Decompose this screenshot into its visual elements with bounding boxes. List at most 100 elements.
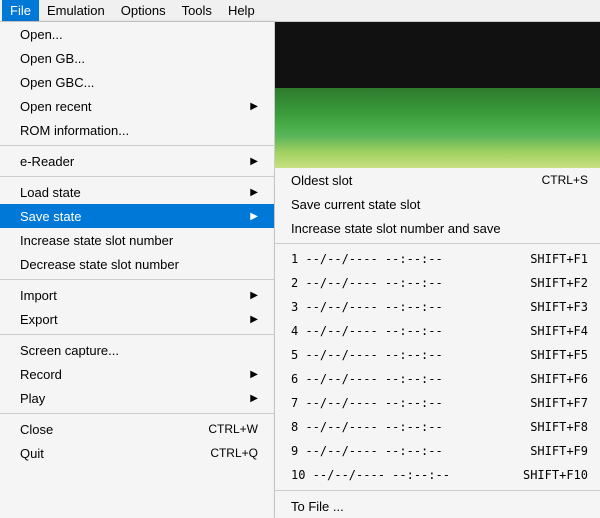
menubar-item-help[interactable]: Help [220,0,263,21]
menubar-item-emulation[interactable]: Emulation [39,0,113,21]
file-menu-item[interactable]: Screen capture... [0,338,274,362]
menu-separator [0,145,274,146]
menu-item-label: Screen capture... [20,343,119,358]
submenu-item[interactable]: 3 --/--/---- --:--:--SHIFT+F3 [275,295,600,319]
submenu-item-shortcut: SHIFT+F7 [530,396,588,410]
submenu-item[interactable]: 1 --/--/---- --:--:-- SHIFT+F1 [275,247,600,271]
menu-item-label: Record [20,367,62,382]
submenu-item-label: 2 --/--/---- --:--:-- [291,276,443,290]
menubar-item-tools[interactable]: Tools [174,0,220,21]
submenu-item-shortcut: SHIFT+F10 [523,468,588,482]
file-menu-item[interactable]: Import ▶ [0,283,274,307]
menu-item-label: Open... [20,27,63,42]
submenu-item-shortcut: SHIFT+F8 [530,420,588,434]
submenu-item-label: Increase state slot number and save [291,221,501,236]
submenu-item[interactable]: 7 --/--/---- --:--:-- SHIFT+F7 [275,391,600,415]
menu-item-label: e-Reader [20,154,74,169]
menu-item-label: Quit [20,446,44,461]
submenu-item[interactable]: Increase state slot number and save [275,216,600,240]
file-menu-item[interactable]: Load state ▶ [0,180,274,204]
submenu-item[interactable]: 8 --/--/---- --:--:-- SHIFT+F8 [275,415,600,439]
submenu-item-label: 6 --/--/---- --:--:-- [291,372,443,386]
file-menu-item[interactable]: Open... [0,22,274,46]
submenu-item-label: Save current state slot [291,197,420,212]
submenu-item-shortcut: SHIFT+F1 [530,252,588,266]
file-menu: Open... Open GB... Open GBC... Open recent ▶… [0,22,275,518]
submenu-separator [275,243,600,244]
submenu-arrow-icon: ▶ [250,314,258,325]
submenu-item-shortcut: SHIFT+F9 [530,444,588,458]
submenu-item-label: 5 --/--/---- --:--:-- [291,348,443,362]
game-view-green-area [275,88,600,168]
menu-separator [0,176,274,177]
file-menu-item[interactable]: Save state ▶ [0,204,274,228]
submenu-item-label: 3 --/--/---- --:--:-- [291,300,443,314]
submenu-arrow-icon: ▶ [250,101,258,112]
submenu-arrow-icon: ▶ [250,211,258,222]
menu-item-label: Open GB... [20,51,85,66]
submenu-item[interactable]: 5 --/--/---- --:--:-- SHIFT+F5 [275,343,600,367]
menu-separator [0,279,274,280]
menu-item-label: Load state [20,185,81,200]
file-menu-item[interactable]: Open GBC... [0,70,274,94]
menu-item-label: Play [20,391,45,406]
menu-item-label: ROM information... [20,123,129,138]
file-menu-item[interactable]: ROM information... [0,118,274,142]
submenu-arrow-icon: ▶ [250,393,258,404]
submenu-item-shortcut: SHIFT+F2 [530,276,588,290]
submenu-item-shortcut: CTRL+S [542,173,588,187]
submenu-item[interactable]: Oldest slot CTRL+S [275,168,600,192]
submenu-item[interactable]: 6 --/--/---- --:--:-- SHIFT+F6 [275,367,600,391]
file-menu-item[interactable]: Play ▶ [0,386,274,410]
menu-item-label: Save state [20,209,81,224]
file-menu-item[interactable]: Record ▶ [0,362,274,386]
menu-item-shortcut: CTRL+W [208,422,258,436]
menubar-item-options[interactable]: Options [113,0,174,21]
file-menu-item[interactable]: Export ▶ [0,307,274,331]
submenu-separator [275,490,600,491]
submenu-item-label: 9 --/--/---- --:--:-- [291,444,443,458]
submenu-item-shortcut: SHIFT+F4 [530,324,588,338]
submenu-item[interactable]: 2 --/--/---- --:--:-- SHIFT+F2 [275,271,600,295]
menu-item-label: Export [20,312,58,327]
file-menu-item[interactable]: Increase state slot number [0,228,274,252]
menu-item-label: Open recent [20,99,92,114]
submenu-arrow-icon: ▶ [250,369,258,380]
main-area: Open... Open GB... Open GBC... Open recent ▶… [0,22,600,518]
menu-bar: FileEmulationOptionsToolsHelp [0,0,600,22]
file-menu-item[interactable]: Open recent ▶ [0,94,274,118]
file-menu-item[interactable]: Open GB... [0,46,274,70]
submenu-item-shortcut: SHIFT+F5 [530,348,588,362]
menu-separator [0,413,274,414]
submenu-item[interactable]: To File ... [275,494,600,518]
submenu-item-label: 7 --/--/---- --:--:-- [291,396,443,410]
submenu-arrow-icon: ▶ [250,156,258,167]
submenu-item-label: 1 --/--/---- --:--:-- [291,252,443,266]
menu-item-label: Decrease state slot number [20,257,179,272]
menu-item-label: Import [20,288,57,303]
right-panel: Oldest slot CTRL+S Save current state slot… [275,22,600,518]
file-menu-item[interactable]: Decrease state slot number [0,252,274,276]
menu-item-shortcut: CTRL+Q [210,446,258,460]
submenu-item[interactable]: 4 --/--/---- --:--:-- SHIFT+F4 [275,319,600,343]
submenu-item[interactable]: Save current state slot [275,192,600,216]
submenu-item-label: 10 --/--/---- --:--:-- [291,468,450,482]
submenu-item-label: Oldest slot [291,173,352,188]
file-menu-item[interactable]: e-Reader ▶ [0,149,274,173]
file-menu-item[interactable]: Quit CTRL+Q [0,441,274,465]
menubar-item-file[interactable]: File [2,0,39,21]
file-menu-item[interactable]: Close CTRL+W [0,417,274,441]
game-view [275,22,600,168]
submenu-item-label: 8 --/--/---- --:--:-- [291,420,443,434]
submenu-item-shortcut: SHIFT+F6 [530,372,588,386]
menu-item-label: Increase state slot number [20,233,173,248]
submenu-item-label: 4 --/--/---- --:--:-- [291,324,443,338]
submenu-item[interactable]: 9 --/--/---- --:--:-- SHIFT+F9 [275,439,600,463]
submenu-arrow-icon: ▶ [250,187,258,198]
menu-separator [0,334,274,335]
submenu-item-label: To File ... [291,499,344,514]
submenu-item[interactable]: 10 --/--/---- --:--:-- SHIFT+F10 [275,463,600,487]
menu-item-label: Close [20,422,53,437]
menu-item-label: Open GBC... [20,75,94,90]
submenu-arrow-icon: ▶ [250,290,258,301]
